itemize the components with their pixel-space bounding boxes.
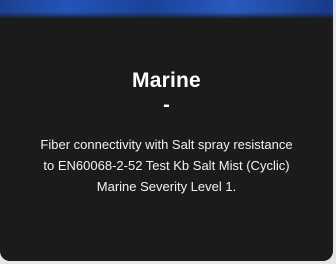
- page: Marine - Fiber connectivity with Salt sp…: [0, 0, 336, 264]
- feature-card[interactable]: Marine - Fiber connectivity with Salt sp…: [0, 0, 333, 261]
- card-description: Fiber connectivity with Salt spray resis…: [40, 137, 293, 194]
- card-content: Marine - Fiber connectivity with Salt sp…: [0, 68, 333, 197]
- card-image: [0, 0, 333, 18]
- card-title: Marine: [132, 69, 201, 92]
- title-separator: -: [163, 94, 170, 116]
